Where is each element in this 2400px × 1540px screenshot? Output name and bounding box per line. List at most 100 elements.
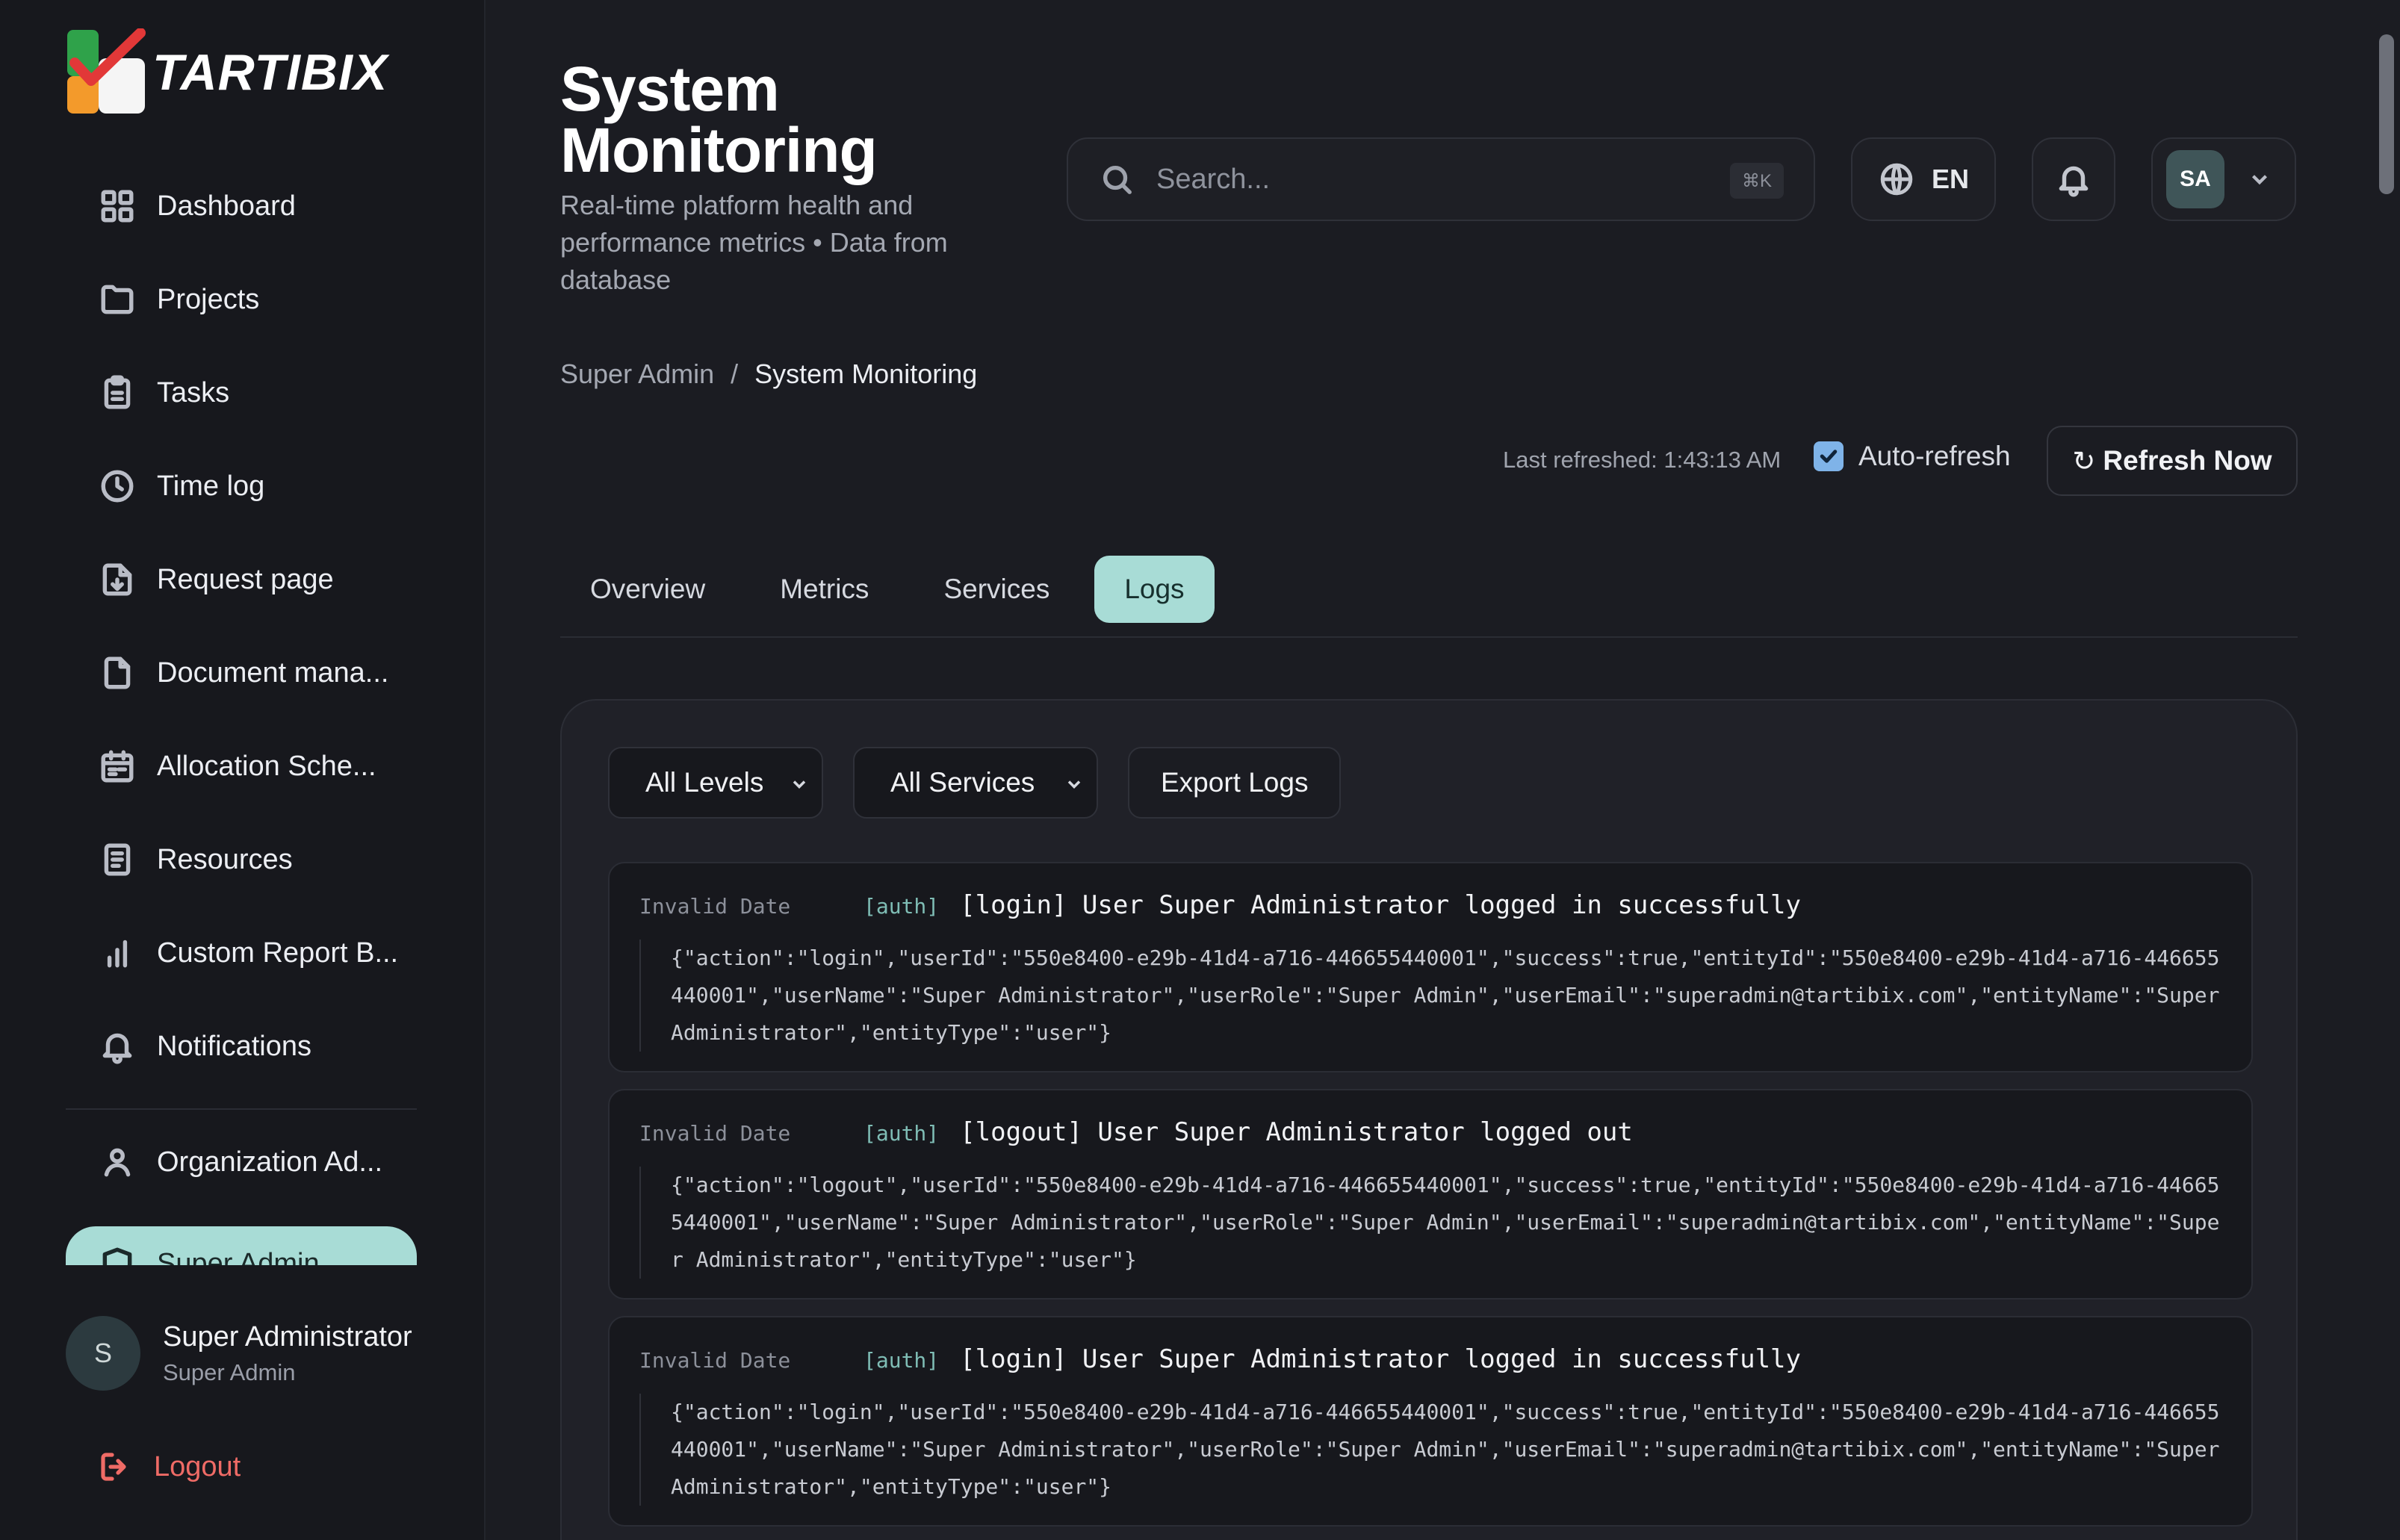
sidebar-item-request-page[interactable]: Request page <box>66 542 417 617</box>
log-detail-json: {"action":"login","userId":"550e8400-e29… <box>671 1400 2220 1499</box>
breadcrumb-parent-link[interactable]: Super Admin <box>560 358 714 390</box>
sidebar-item-label: Notifications <box>157 1030 311 1062</box>
tab-overview[interactable]: Overview <box>560 556 735 623</box>
user-name: Super Administrator <box>163 1320 412 1353</box>
sidebar-item-label: Tasks <box>157 376 230 409</box>
sidebar-item-row: Super Admin <box>66 1226 417 1265</box>
user-role: Super Admin <box>163 1359 296 1385</box>
sidebar-item-notifications[interactable]: Notifications <box>66 1009 417 1084</box>
chevron-down-icon <box>793 780 806 789</box>
book-icon <box>99 841 136 878</box>
sidebar-item-organization-admin[interactable]: Organization Ad... <box>66 1125 417 1199</box>
auto-refresh-checkbox[interactable] <box>1814 441 1844 471</box>
log-entry[interactable]: Invalid Date [auth] [logout] User Super … <box>608 1089 2253 1300</box>
sidebar-item-label: Super Admin <box>157 1247 320 1266</box>
export-logs-button[interactable]: Export Logs <box>1128 747 1342 819</box>
search-box[interactable]: ⌘K <box>1067 137 1815 221</box>
sidebar-item-label: Custom Report B... <box>157 937 399 969</box>
breadcrumb-current: System Monitoring <box>754 358 978 389</box>
sidebar-nav: Dashboard Projects Tasks Time log Reques… <box>66 169 417 1102</box>
sidebar-item-tasks[interactable]: Tasks <box>66 355 417 430</box>
scrollbar-thumb[interactable] <box>2379 34 2394 194</box>
profile-menu-button[interactable]: SA <box>2151 137 2296 221</box>
log-date: Invalid Date <box>639 1348 791 1373</box>
log-service-tag: [auth] <box>863 894 940 919</box>
brand-logo[interactable]: TARTIBIX <box>66 28 388 117</box>
log-date: Invalid Date <box>639 894 791 919</box>
log-detail-container: {"action":"logout","userId":"550e8400-e2… <box>639 1167 2221 1279</box>
last-refreshed-text: Last refreshed: 1:43:13 AM <box>1503 447 1782 473</box>
refresh-now-label: Refresh Now <box>2103 445 2272 476</box>
sidebar-item-resources[interactable]: Resources <box>66 822 417 897</box>
current-user-card[interactable]: S Super Administrator Super Admin <box>66 1316 412 1391</box>
avatar: S <box>66 1316 140 1391</box>
search-shortcut-badge: ⌘K <box>1729 163 1784 199</box>
tab-services[interactable]: Services <box>914 556 1079 623</box>
log-message: [login] User Super Administrator logged … <box>960 1344 1801 1374</box>
sidebar-item-time-log[interactable]: Time log <box>66 449 417 524</box>
sidebar: TARTIBIX Dashboard Projects Tasks Time l… <box>0 0 486 1540</box>
chevron-down-icon <box>2251 175 2268 185</box>
clipboard-icon <box>99 374 136 412</box>
sidebar-item-super-admin[interactable]: Super Admin <box>66 1226 417 1265</box>
page-subtitle: Real-time platform health and performanc… <box>560 190 948 295</box>
avatar: SA <box>2166 150 2224 208</box>
tab-metrics[interactable]: Metrics <box>750 556 899 623</box>
search-input[interactable] <box>1156 163 1694 196</box>
sidebar-item-label: Document mana... <box>157 656 389 689</box>
log-detail-container: {"action":"login","userId":"550e8400-e29… <box>639 940 2221 1052</box>
sidebar-item-label: Organization Ad... <box>157 1146 383 1178</box>
checkmark-icon <box>1820 450 1838 463</box>
level-filter-select[interactable]: All Levels <box>608 747 823 819</box>
auto-refresh-toggle[interactable]: Auto-refresh <box>1814 441 2011 472</box>
sidebar-item-custom-report-builder[interactable]: Custom Report B... <box>66 916 417 990</box>
log-entry[interactable]: Invalid Date [auth] [login] User Super A… <box>608 862 2253 1072</box>
sidebar-item-label: Request page <box>157 563 334 595</box>
log-detail-json: {"action":"logout","userId":"550e8400-e2… <box>671 1173 2220 1272</box>
log-service-tag: [auth] <box>863 1121 940 1146</box>
sidebar-item-projects[interactable]: Projects <box>66 262 417 337</box>
user-icon <box>99 1143 136 1181</box>
globe-icon <box>1880 163 1913 196</box>
language-button[interactable]: EN <box>1851 137 1996 221</box>
search-icon <box>1103 165 1132 194</box>
shield-icon <box>99 1245 136 1265</box>
sidebar-item-dashboard[interactable]: Dashboard <box>66 169 417 243</box>
sidebar-item-label: Dashboard <box>157 190 296 222</box>
level-filter-value: All Levels <box>645 767 764 798</box>
breadcrumb-separator: / <box>731 358 739 389</box>
bar-chart-icon <box>99 934 136 972</box>
log-detail-container: {"action":"login","userId":"550e8400-e29… <box>639 1394 2221 1506</box>
service-filter-select[interactable]: All Services <box>853 747 1098 819</box>
calendar-icon <box>99 748 136 785</box>
logout-label: Logout <box>154 1450 241 1482</box>
log-service-tag: [auth] <box>863 1348 940 1373</box>
sidebar-item-document-management[interactable]: Document mana... <box>66 636 417 710</box>
sidebar-item-label: Resources <box>157 843 293 875</box>
refresh-now-button[interactable]: ↻ Refresh Now <box>2047 426 2298 496</box>
tabs-divider <box>560 636 2298 638</box>
logout-icon <box>101 1453 126 1481</box>
sidebar-item-allocation-schedule[interactable]: Allocation Sche... <box>66 729 417 804</box>
monitoring-tabs: Overview Metrics Services Logs <box>560 556 1230 623</box>
log-date: Invalid Date <box>639 1121 791 1146</box>
clock-icon <box>99 468 136 505</box>
log-entry-header: Invalid Date [auth] [login] User Super A… <box>639 1344 2221 1377</box>
log-entry[interactable]: Invalid Date [auth] [login] User Super A… <box>608 1316 2253 1527</box>
sidebar-item-label: Allocation Sche... <box>157 750 376 782</box>
log-list: Invalid Date [auth] [login] User Super A… <box>608 862 2253 1540</box>
user-meta: Super Administrator Super Admin <box>163 1321 412 1386</box>
logout-button[interactable]: Logout <box>97 1449 241 1485</box>
sidebar-org-section: Organization Ad... <box>66 1125 417 1218</box>
logo-icon <box>67 28 146 114</box>
page-scrollbar[interactable] <box>2372 0 2400 1540</box>
log-message: [login] User Super Administrator logged … <box>960 890 1801 920</box>
tab-logs[interactable]: Logs <box>1094 556 1215 623</box>
log-entry-header: Invalid Date [auth] [login] User Super A… <box>639 890 2221 923</box>
sidebar-item-label: Projects <box>157 283 260 315</box>
notifications-button[interactable] <box>2032 137 2115 221</box>
auto-refresh-label: Auto-refresh <box>1858 441 2011 471</box>
refresh-icon: ↻ <box>2072 445 2096 476</box>
logs-panel: All Levels All Services Export Logs Inva… <box>560 699 2298 1540</box>
bell-icon <box>99 1028 136 1065</box>
